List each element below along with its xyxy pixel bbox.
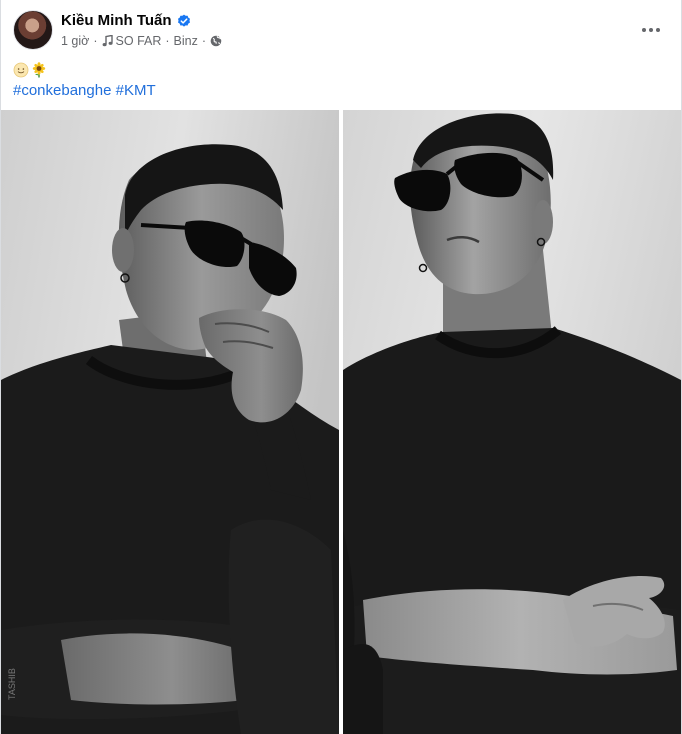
hashtag-link[interactable]: #KMT (116, 82, 156, 99)
verified-badge-icon (177, 14, 191, 28)
meta-separator: · (93, 34, 98, 48)
more-horizontal-icon (642, 28, 660, 32)
music-note-icon (102, 34, 113, 47)
sunflower-emoji (31, 62, 47, 78)
song-title[interactable]: SO FAR (116, 34, 162, 48)
photo-man-hand-on-chin: TASHIB (1, 110, 339, 734)
meta-separator: · (165, 34, 170, 48)
more-options-button[interactable] (639, 18, 663, 42)
hashtag-link[interactable]: #conkebanghe (13, 82, 111, 99)
author-avatar[interactable] (13, 10, 53, 50)
post-header: Kiều Minh Tuấn 1 giờ · SO FAR · Binz · (13, 10, 669, 54)
svg-text:TASHIB: TASHIB (7, 668, 17, 700)
post-photo[interactable] (343, 110, 681, 734)
post-time[interactable]: 1 giờ (61, 34, 89, 48)
post-emoji-row (13, 62, 47, 78)
song-artist[interactable]: Binz (174, 34, 198, 48)
facebook-post: Kiều Minh Tuấn 1 giờ · SO FAR · Binz · #… (0, 0, 682, 734)
post-hashtags: #conkebanghe #KMT (13, 82, 156, 100)
globe-icon[interactable] (210, 35, 222, 47)
author-name-row: Kiều Minh Tuấn (61, 12, 191, 29)
post-meta: 1 giờ · SO FAR · Binz · (61, 34, 222, 48)
photo-grid: TASHIB (1, 110, 681, 734)
post-photo[interactable]: TASHIB (1, 110, 339, 734)
photo-man-arms-crossed (343, 110, 681, 734)
meta-separator: · (201, 34, 207, 48)
author-name[interactable]: Kiều Minh Tuấn (61, 12, 172, 29)
smiling-face-emoji (13, 62, 29, 78)
